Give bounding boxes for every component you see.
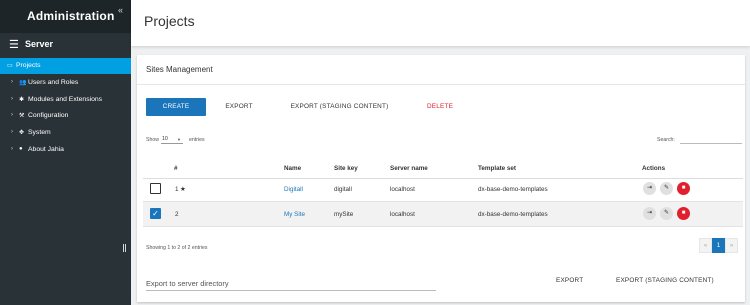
sites-management-card: Sites Management CREATE EXPORT EXPORT (S… <box>137 55 745 302</box>
chevron-right-icon: › <box>11 112 13 118</box>
column-header-name[interactable]: Name <box>284 165 301 172</box>
sidebar-section-label: Server <box>25 39 54 49</box>
chevron-right-icon: › <box>11 129 13 135</box>
entries-select-value: 10 <box>162 136 168 142</box>
export-to-directory-button[interactable]: EXPORT <box>556 277 583 284</box>
export-directory-input[interactable] <box>146 277 436 291</box>
folder-icon: ▭ <box>7 62 13 69</box>
template-set: dx-base-demo-templates <box>478 211 548 218</box>
page-title: Projects <box>144 13 195 29</box>
site-key: mySite <box>334 211 354 218</box>
export-site-icon[interactable]: ⇥ <box>643 182 656 195</box>
column-header-template-set[interactable]: Template set <box>478 165 516 172</box>
sidebar: Administration « ☰ Server ▭ Projects › 👥… <box>0 0 131 305</box>
delete-icon[interactable]: ■ <box>677 207 690 220</box>
divider <box>137 84 745 85</box>
sidebar-item-label: Projects <box>16 62 41 69</box>
entries-label: entries <box>189 137 205 143</box>
search-input[interactable] <box>680 135 742 144</box>
show-label: Show <box>146 137 159 143</box>
table-info: Showing 1 to 2 of 2 entries <box>146 245 208 251</box>
column-header-actions: Actions <box>642 165 666 172</box>
site-key: digitall <box>334 186 352 193</box>
row-number: 1 <box>175 186 179 193</box>
resize-handle[interactable] <box>123 244 126 252</box>
list-icon: ☰ <box>9 39 19 51</box>
sidebar-item-label: Configuration <box>28 112 69 119</box>
table-row[interactable]: 1 ★ Digitall digitall localhost dx-base-… <box>143 177 743 202</box>
export-site-icon[interactable]: ⇥ <box>643 207 656 220</box>
sidebar-item-configuration[interactable]: › ⚒ Configuration <box>0 108 131 124</box>
create-button[interactable]: CREATE <box>146 98 206 116</box>
column-header-number[interactable]: # <box>174 165 178 172</box>
info-icon: ● <box>19 145 23 152</box>
search-label: Search: <box>657 137 675 143</box>
sidebar-item-system[interactable]: › ✥ System <box>0 125 131 141</box>
server-name: localhost <box>390 211 415 218</box>
export-button[interactable]: EXPORT <box>219 98 259 116</box>
page-button[interactable]: 1 <box>712 238 725 253</box>
sidebar-item-label: Modules and Extensions <box>28 96 103 103</box>
delete-button[interactable]: DELETE <box>420 98 460 116</box>
row-checkbox[interactable]: ✓ <box>150 208 161 219</box>
template-set: dx-base-demo-templates <box>478 186 548 193</box>
card-title: Sites Management <box>146 65 213 74</box>
puzzle-icon: ✱ <box>19 96 25 103</box>
entries-select[interactable]: 10 ▼ <box>161 135 183 144</box>
row-number: 2 <box>175 211 179 218</box>
sidebar-item-users-and-roles[interactable]: › 👥 Users and Roles <box>0 75 131 91</box>
users-icon: 👥 <box>19 79 27 86</box>
column-header-server-name[interactable]: Server name <box>390 165 428 172</box>
chevron-down-icon: ▼ <box>177 137 181 142</box>
site-name-link[interactable]: My Site <box>284 211 305 218</box>
edit-icon[interactable]: ✎ <box>660 207 673 220</box>
table-header: # Name Site key Server name Template set… <box>143 159 743 179</box>
export-staging-button[interactable]: EXPORT (STAGING CONTENT) <box>282 98 397 116</box>
sidebar-item-projects[interactable]: ▭ Projects <box>0 58 131 74</box>
next-page-button[interactable]: » <box>725 238 738 253</box>
sidebar-item-modules[interactable]: › ✱ Modules and Extensions <box>0 92 131 108</box>
pagination: « 1 » <box>699 238 738 253</box>
column-header-site-key[interactable]: Site key <box>334 165 358 172</box>
sidebar-item-about[interactable]: › ● About Jahia <box>0 142 131 158</box>
sidebar-item-label: About Jahia <box>28 146 64 153</box>
star-icon: ★ <box>180 186 186 193</box>
sidebar-item-label: System <box>28 129 51 136</box>
sidebar-item-label: Users and Roles <box>28 79 79 86</box>
top-bar: Projects <box>131 0 750 46</box>
delete-icon[interactable]: ■ <box>677 182 690 195</box>
export-staging-to-directory-button[interactable]: EXPORT (STAGING CONTENT) <box>616 277 714 284</box>
site-name-link[interactable]: Digitall <box>284 186 303 193</box>
collapse-icon[interactable]: « <box>118 5 123 15</box>
sidebar-section-server[interactable]: ☰ Server <box>0 36 131 53</box>
server-name: localhost <box>390 186 415 193</box>
edit-icon[interactable]: ✎ <box>660 182 673 195</box>
cog-icon: ✥ <box>19 129 25 136</box>
wrench-icon: ⚒ <box>19 112 25 119</box>
chevron-right-icon: › <box>11 96 13 102</box>
table-row[interactable]: ✓ 2 My Site mySite localhost dx-base-dem… <box>143 202 743 227</box>
chevron-right-icon: › <box>11 146 13 152</box>
sidebar-title: Administration <box>27 9 115 23</box>
sidebar-header: Administration « <box>0 0 131 33</box>
chevron-right-icon: › <box>11 79 13 85</box>
row-checkbox[interactable] <box>150 183 161 194</box>
previous-page-button[interactable]: « <box>699 238 712 253</box>
